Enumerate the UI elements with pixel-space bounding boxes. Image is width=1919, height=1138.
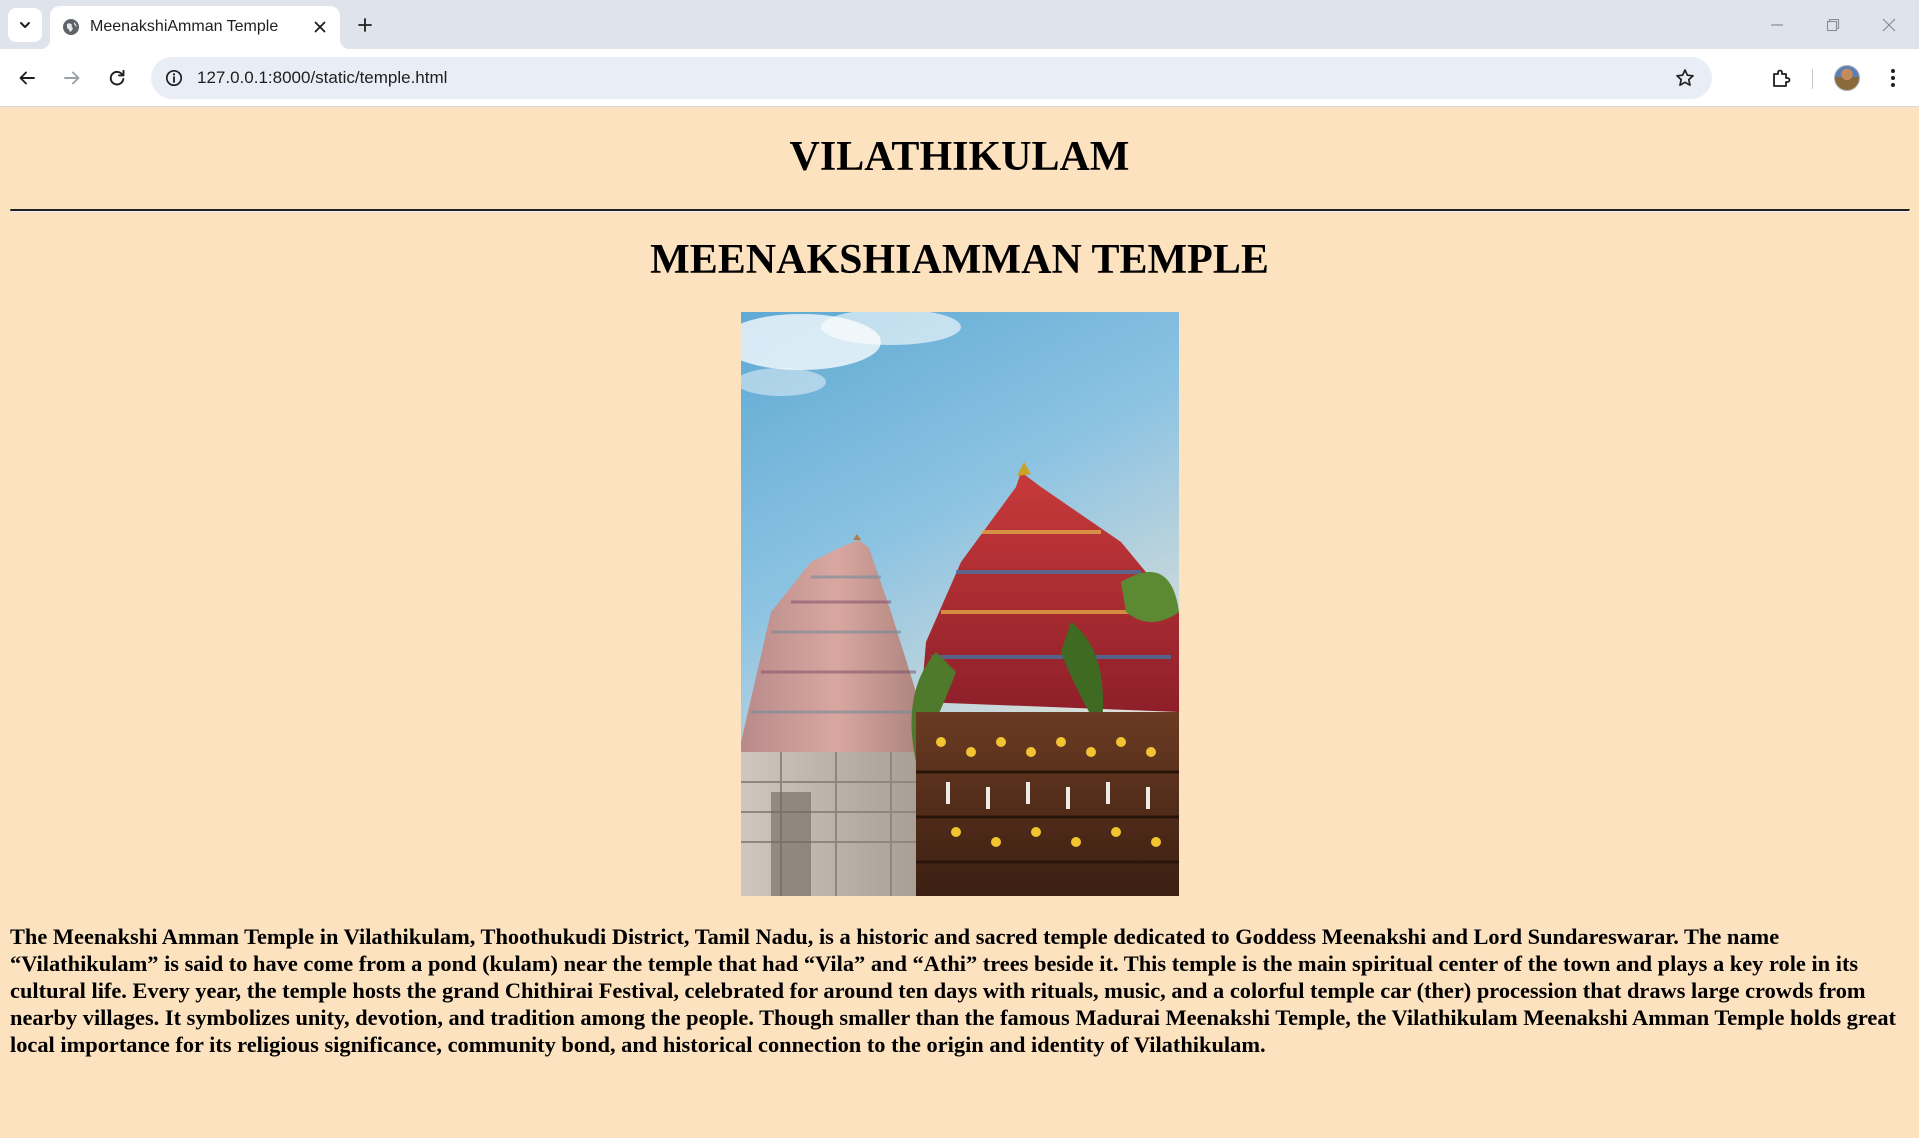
browser-toolbar: 127.0.0.1:8000/static/temple.html bbox=[0, 49, 1919, 107]
arrow-left-icon bbox=[19, 71, 35, 85]
horizontal-divider bbox=[10, 209, 1910, 212]
info-icon bbox=[165, 69, 183, 87]
active-tab[interactable]: MeenakshiAmman Temple bbox=[40, 6, 350, 49]
close-icon bbox=[314, 21, 326, 33]
more-vertical-icon bbox=[1891, 69, 1895, 87]
tab-strip: MeenakshiAmman Temple bbox=[0, 0, 1919, 49]
page-heading: MEENAKSHIAMMAN TEMPLE bbox=[650, 237, 1269, 283]
page-content: VILATHIKULAM MEENAKSHIAMMAN TEMPLE The M… bbox=[0, 108, 1919, 1138]
restore-icon bbox=[1826, 18, 1840, 31]
chevron-down-icon bbox=[20, 22, 30, 28]
tab-title: MeenakshiAmman Temple bbox=[90, 18, 279, 35]
minimize-icon bbox=[1771, 23, 1783, 26]
arrow-right-icon bbox=[64, 71, 80, 85]
plus-icon bbox=[358, 18, 372, 32]
close-window-button[interactable] bbox=[1861, 0, 1917, 49]
toolbar-separator bbox=[1812, 69, 1813, 89]
site-title: VILATHIKULAM bbox=[789, 134, 1130, 180]
temple-description: The Meenakshi Amman Temple in Vilathikul… bbox=[10, 924, 1896, 1057]
bookmark-button[interactable] bbox=[1672, 65, 1698, 91]
puzzle-icon bbox=[1773, 69, 1791, 87]
reload-icon bbox=[109, 69, 125, 86]
address-bar[interactable]: 127.0.0.1:8000/static/temple.html bbox=[151, 57, 1712, 99]
profile-avatar[interactable] bbox=[1834, 65, 1860, 91]
back-button[interactable] bbox=[10, 61, 44, 95]
minimize-button[interactable] bbox=[1749, 0, 1805, 49]
temple-photo bbox=[741, 312, 1179, 896]
browser-menu-button[interactable] bbox=[1878, 61, 1908, 95]
close-window-icon bbox=[1882, 18, 1896, 31]
star-icon bbox=[1676, 69, 1694, 87]
globe-icon bbox=[63, 19, 79, 35]
temple-illustration bbox=[741, 312, 1179, 896]
extensions-button[interactable] bbox=[1764, 61, 1798, 95]
tab-search-button[interactable] bbox=[8, 8, 42, 42]
tab-close-button[interactable] bbox=[310, 17, 330, 37]
restore-button[interactable] bbox=[1805, 0, 1861, 49]
site-info-button[interactable] bbox=[161, 65, 187, 91]
url-text[interactable]: 127.0.0.1:8000/static/temple.html bbox=[197, 68, 447, 88]
reload-button[interactable] bbox=[100, 61, 134, 95]
new-tab-button[interactable] bbox=[350, 10, 380, 40]
forward-button[interactable] bbox=[55, 61, 89, 95]
